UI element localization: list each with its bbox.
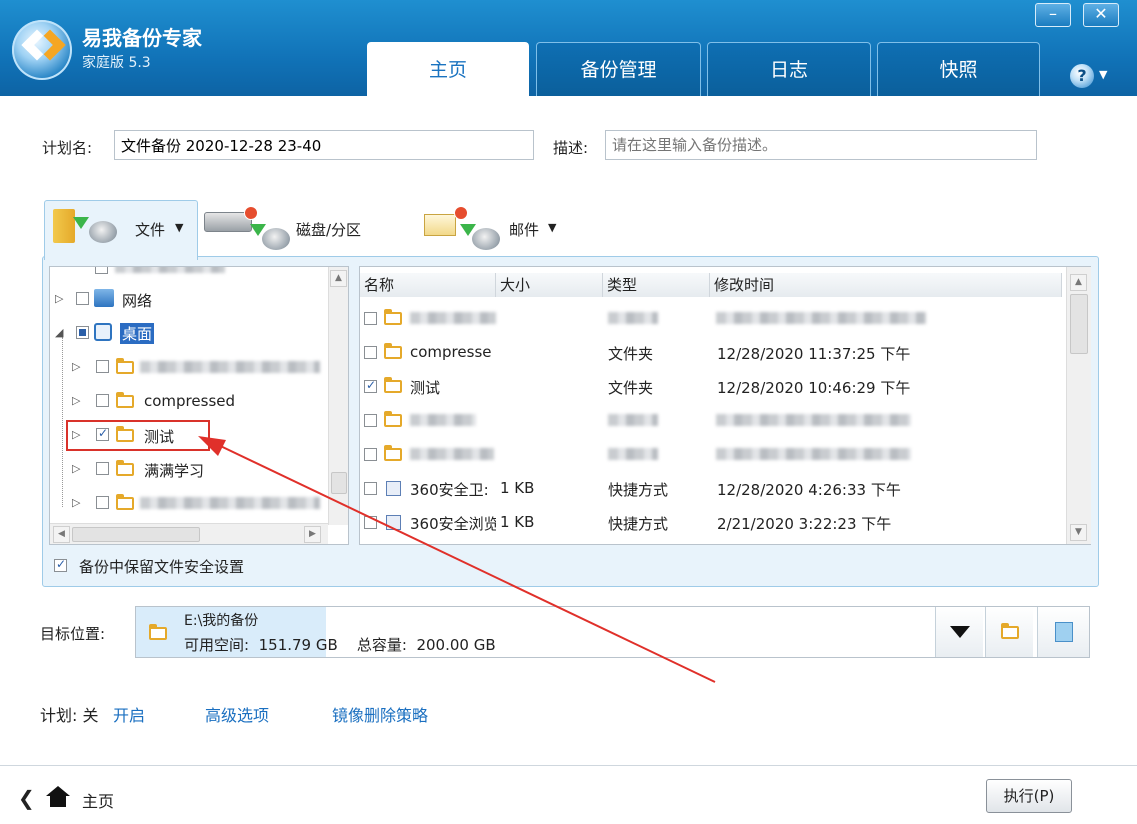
annotation-arrow	[198, 436, 716, 683]
annotation-arrow-line	[209, 440, 716, 683]
annotation-arrow-head	[198, 436, 226, 456]
